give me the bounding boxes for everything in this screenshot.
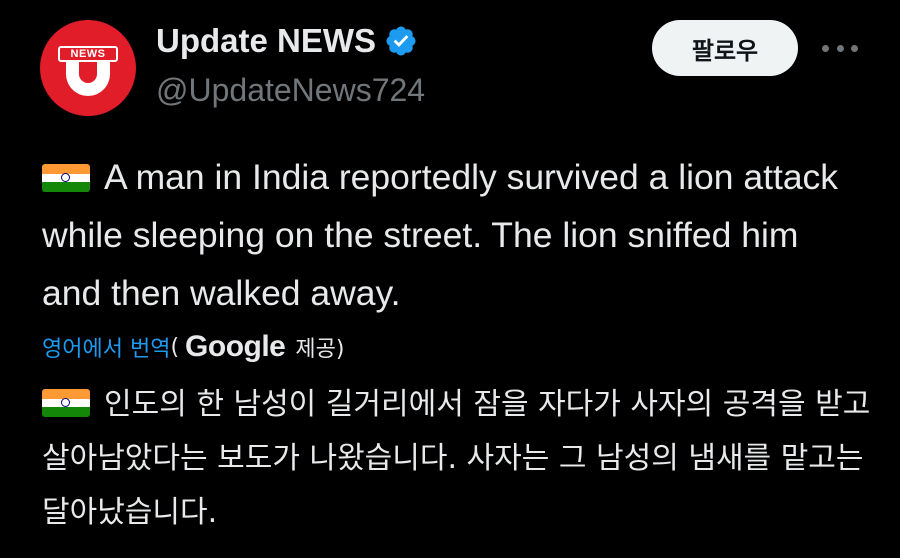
avatar[interactable]: NEWS (40, 20, 136, 116)
translated-from-english-link[interactable]: 영어에서 번역 (42, 331, 170, 363)
post-body: A man in India reportedly survived a lio… (42, 157, 839, 313)
dot (836, 44, 844, 52)
account-handle[interactable]: @UpdateNews724 (156, 72, 425, 109)
name-row: Update NEWS (156, 22, 418, 60)
dot (851, 44, 858, 52)
verified-badge-icon[interactable] (384, 24, 418, 58)
google-logo: Google (185, 330, 286, 363)
translated-body: 인도의 한 남성이 길거리에서 잠을 자다가 사자의 공격을 받고 살아남았다는… (42, 387, 871, 530)
display-name[interactable]: Update NEWS (156, 22, 376, 60)
follow-button[interactable]: 팔로우 (652, 20, 798, 76)
open-paren: ( (170, 334, 180, 360)
post-text: A man in India reportedly survived a lio… (42, 148, 862, 322)
india-flag-icon (42, 389, 90, 417)
translated-text: 인도의 한 남성이 길거리에서 잠을 자다가 사자의 공격을 받고 살아남았다는… (42, 378, 872, 540)
india-flag-icon (42, 164, 90, 192)
avatar-news-label: NEWS (58, 46, 118, 62)
provided-label: 제공) (295, 337, 345, 362)
more-options-icon[interactable] (818, 36, 862, 60)
translation-attribution: 영어에서 번역 ( Google 제공) (42, 330, 344, 364)
dot (822, 44, 829, 52)
